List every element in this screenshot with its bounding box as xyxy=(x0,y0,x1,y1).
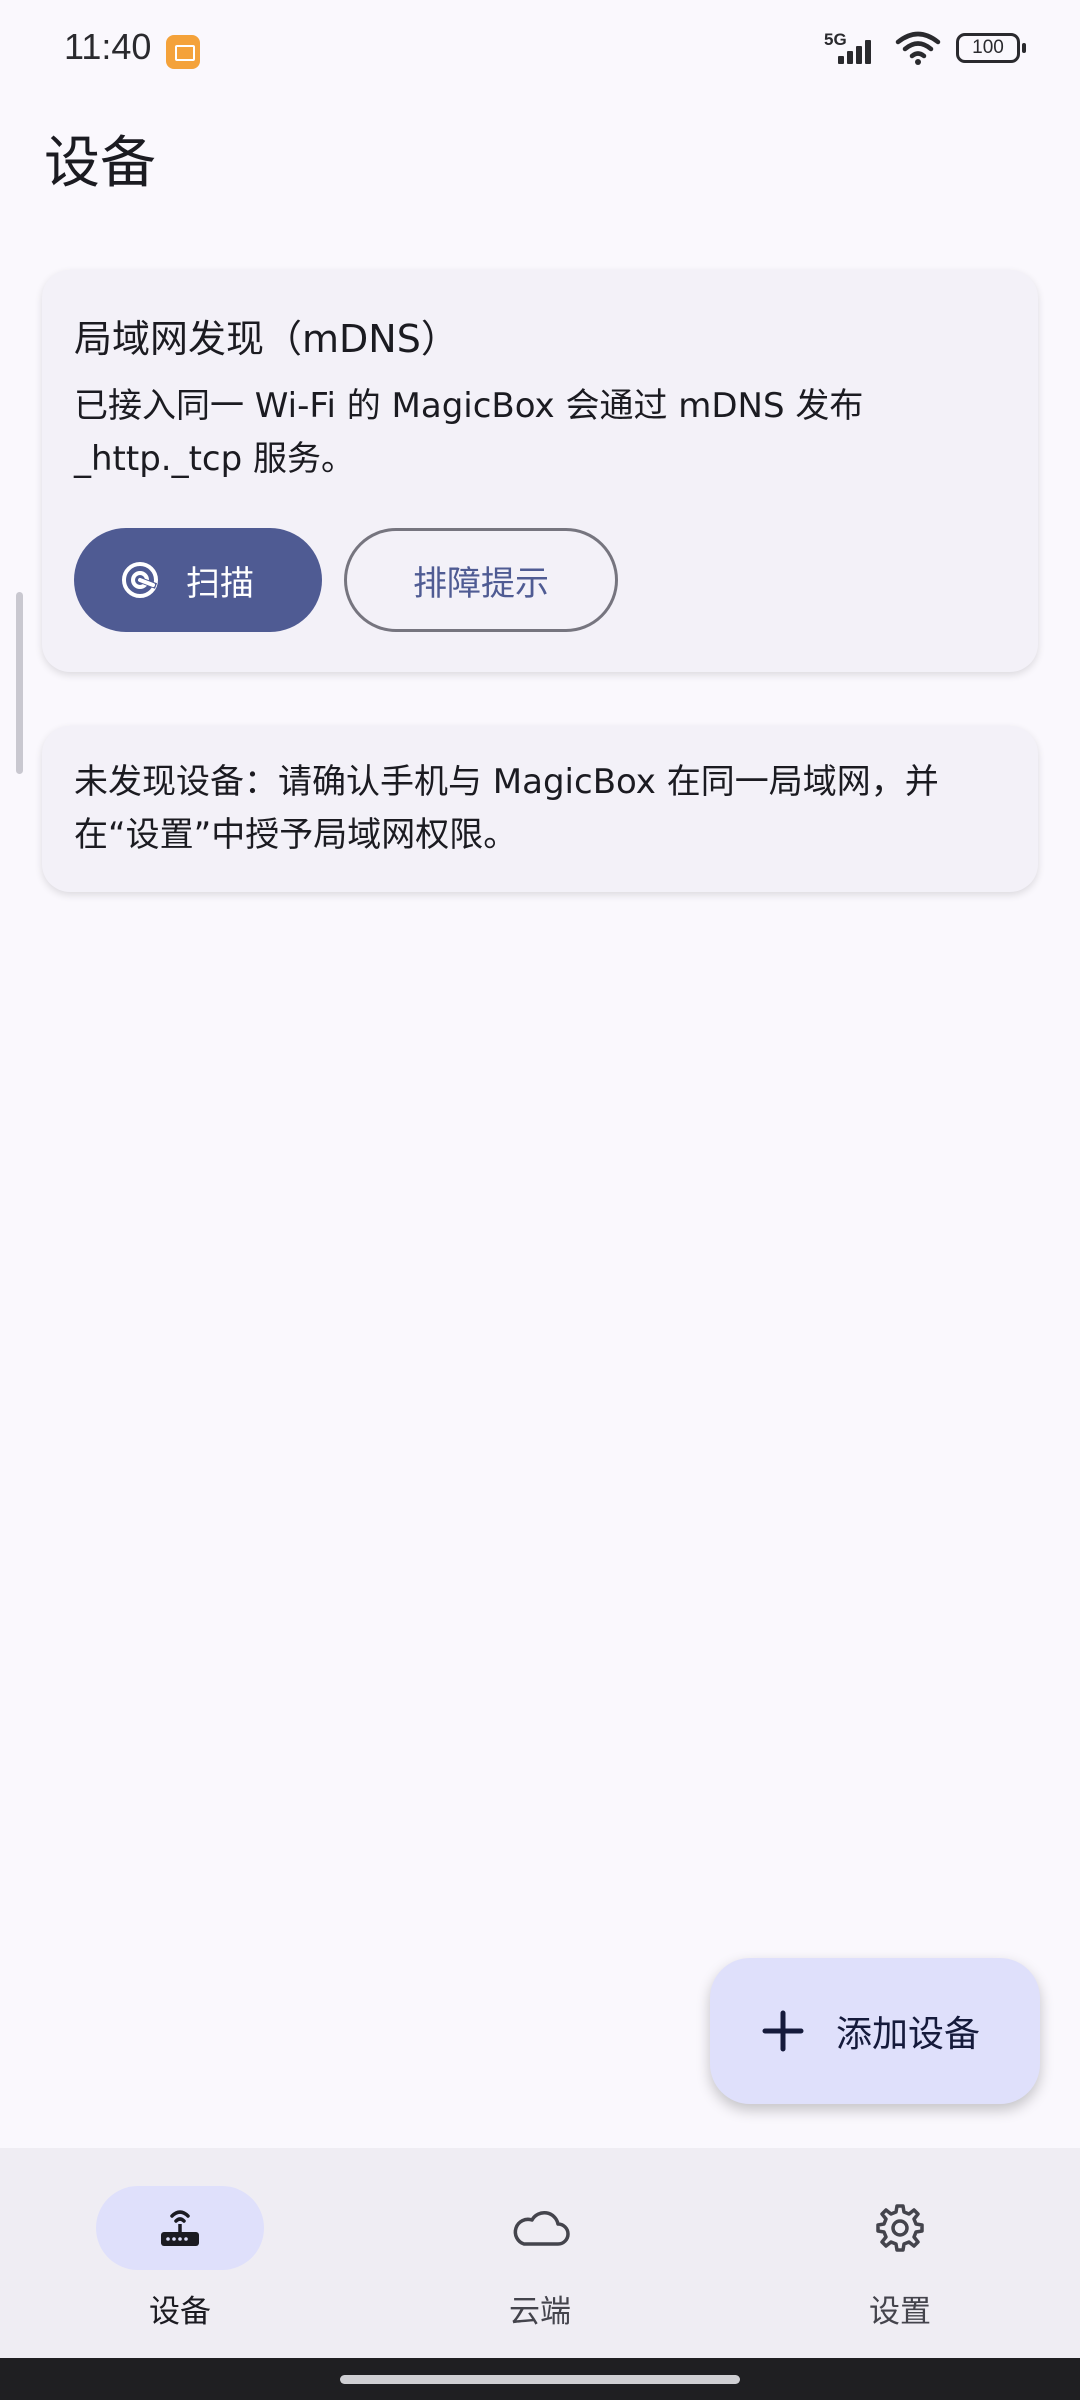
home-indicator[interactable] xyxy=(340,2375,740,2384)
bottom-navigation: 设备 云端 设置 xyxy=(0,2148,1080,2358)
card-description: 已接入同一 Wi-Fi 的 MagicBox 会通过 mDNS 发布 _http… xyxy=(74,386,864,479)
scan-button[interactable]: 扫描 xyxy=(74,528,322,632)
radar-scan-icon xyxy=(122,562,158,598)
status-icons: 5G 100 xyxy=(824,30,1026,66)
app-notification-icon xyxy=(166,35,200,69)
empty-state-card: 未发现设备：请确认手机与 MagicBox 在同一局域网，并在“设置”中授予局域… xyxy=(42,726,1038,892)
nav-item-cloud[interactable]: 云端 xyxy=(408,2186,648,2336)
lan-discovery-card: 局域网发现（mDNS） 已接入同一 Wi-Fi 的 MagicBox 会通过 m… xyxy=(42,270,1038,672)
cloud-icon xyxy=(513,2211,570,2246)
troubleshoot-button[interactable]: 排障提示 xyxy=(344,528,618,632)
empty-state-text: 未发现设备：请确认手机与 MagicBox 在同一局域网，并在“设置”中授予局域… xyxy=(74,762,939,855)
battery-level: 100 xyxy=(972,37,1004,58)
status-bar: 11:40 5G 100 xyxy=(0,0,1080,100)
router-icon xyxy=(161,2210,199,2246)
nav-label-devices: 设备 xyxy=(149,2294,211,2330)
plus-icon xyxy=(762,2010,804,2052)
wifi-icon xyxy=(895,31,941,65)
scrollbar[interactable] xyxy=(16,592,23,774)
nav-label-settings: 设置 xyxy=(869,2294,931,2330)
gear-icon xyxy=(876,2204,924,2252)
signal-icon: 5G xyxy=(824,30,880,66)
nav-label-cloud: 云端 xyxy=(509,2294,571,2330)
nav-item-settings[interactable]: 设置 xyxy=(768,2186,1008,2336)
system-navigation-bar xyxy=(0,2358,1080,2400)
nav-item-devices[interactable]: 设备 xyxy=(48,2186,288,2336)
card-title: 局域网发现（mDNS） xyxy=(74,317,459,361)
add-device-label: 添加设备 xyxy=(836,2014,981,2055)
battery-icon: 100 xyxy=(956,33,1026,63)
status-time: 11:40 xyxy=(64,26,152,67)
page-title: 设备 xyxy=(44,131,156,196)
add-device-button[interactable]: 添加设备 xyxy=(710,1958,1040,2104)
troubleshoot-label: 排障提示 xyxy=(413,563,549,604)
screen: 11:40 5G 100 设备 局域网发现（mDNS） 已接入同一 Wi-Fi … xyxy=(0,0,1080,2400)
scan-label: 扫描 xyxy=(186,563,254,604)
